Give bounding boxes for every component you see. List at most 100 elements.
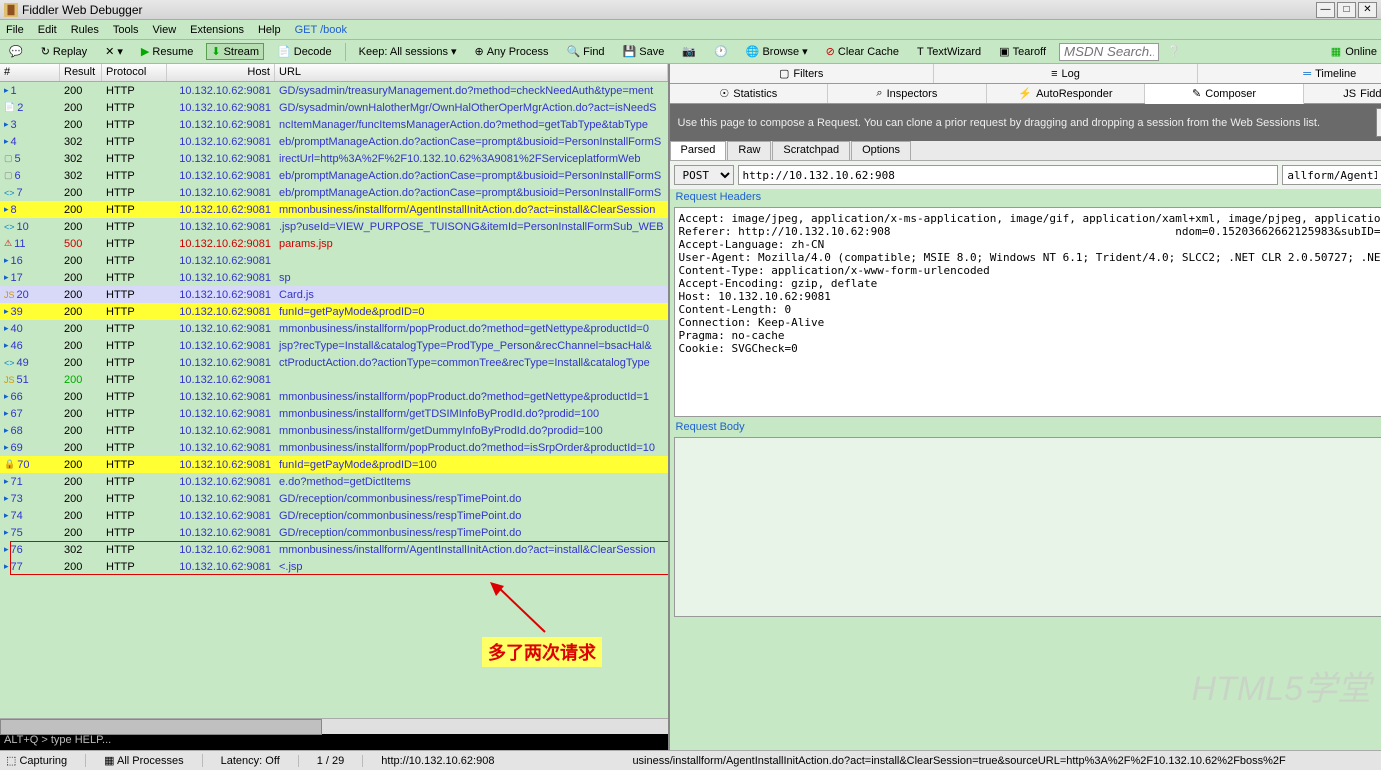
clear-cache-button[interactable]: ⊘Clear Cache: [821, 43, 904, 60]
session-row[interactable]: ▸67200HTTP10.132.10.62:9081mmonbusiness/…: [0, 405, 668, 422]
session-row[interactable]: ▸46200HTTP10.132.10.62:9081jsp?recType=I…: [0, 337, 668, 354]
stream-button[interactable]: ⬇Stream: [206, 43, 264, 60]
menu-rules[interactable]: Rules: [71, 24, 99, 36]
session-row[interactable]: ▸74200HTTP10.132.10.62:9081GD/reception/…: [0, 507, 668, 524]
session-row[interactable]: ▸4302HTTP10.132.10.62:9081eb/promptManag…: [0, 133, 668, 150]
col-header-index[interactable]: #: [0, 64, 60, 81]
grid-header[interactable]: # Result Protocol Host URL: [0, 64, 668, 82]
tab-fiddlerscript[interactable]: JSFiddlerScript: [1304, 84, 1381, 103]
menu-extensions[interactable]: Extensions: [190, 24, 244, 36]
session-row[interactable]: ▸8200HTTP10.132.10.62:9081mmonbusiness/i…: [0, 201, 668, 218]
quickexec-bar[interactable]: ALT+Q > type HELP...: [0, 734, 668, 750]
session-row[interactable]: 🔒70200HTTP10.132.10.62:9081funId=getPayM…: [0, 456, 668, 473]
session-row[interactable]: ▸75200HTTP10.132.10.62:9081GD/reception/…: [0, 524, 668, 541]
quick-get-book[interactable]: GET /book: [295, 24, 347, 36]
tab-log[interactable]: ≡Log: [934, 64, 1198, 83]
session-row[interactable]: <>10200HTTP10.132.10.62:9081.jsp?useId=V…: [0, 218, 668, 235]
session-row[interactable]: ▢6302HTTP10.132.10.62:9081eb/promptManag…: [0, 167, 668, 184]
method-select[interactable]: POST: [674, 165, 734, 185]
tab-inspectors[interactable]: ⌕Inspectors: [828, 84, 987, 103]
remove-button[interactable]: ✕▾: [100, 43, 128, 60]
tab-filters[interactable]: ▢Filters: [670, 64, 934, 83]
horizontal-scrollbar[interactable]: [0, 718, 668, 734]
session-row[interactable]: ▸71200HTTP10.132.10.62:9081e.do?method=g…: [0, 473, 668, 490]
minimize-button[interactable]: —: [1316, 2, 1335, 18]
keep-button[interactable]: Keep: All sessions ▾: [354, 43, 462, 60]
composer-description: Use this page to compose a Request. You …: [670, 104, 1381, 141]
tab-statistics[interactable]: ☉Statistics: [670, 84, 829, 103]
session-row[interactable]: <>7200HTTP10.132.10.62:9081eb/promptMana…: [0, 184, 668, 201]
session-row[interactable]: ▸17200HTTP10.132.10.62:9081sp: [0, 269, 668, 286]
save-icon: 💾: [623, 45, 637, 58]
request-headers-textarea[interactable]: Accept: image/jpeg, application/x-ms-app…: [674, 207, 1381, 417]
titlebar: Fiddler Web Debugger — □ ✕: [0, 0, 1381, 20]
online-icon: ▦: [1331, 45, 1341, 58]
col-header-protocol[interactable]: Protocol: [102, 64, 167, 81]
session-row[interactable]: ▸66200HTTP10.132.10.62:9081mmonbusiness/…: [0, 388, 668, 405]
session-row[interactable]: ▸40200HTTP10.132.10.62:9081mmonbusiness/…: [0, 320, 668, 337]
subtab-scratchpad[interactable]: Scratchpad: [772, 141, 850, 160]
session-row[interactable]: JS20200HTTP10.132.10.62:9081Card.js: [0, 286, 668, 303]
request-line: POST HTTP/1.1: [670, 161, 1381, 189]
screenshot-button[interactable]: 📷: [677, 43, 701, 60]
maximize-button[interactable]: □: [1337, 2, 1356, 18]
subtab-parsed[interactable]: Parsed: [670, 141, 727, 160]
session-row[interactable]: ▸3200HTTP10.132.10.62:9081ncItemManager/…: [0, 116, 668, 133]
col-header-url[interactable]: URL: [275, 64, 668, 81]
session-row[interactable]: ▸73200HTTP10.132.10.62:9081GD/reception/…: [0, 490, 668, 507]
find-button[interactable]: 🔍Find: [561, 43, 609, 60]
status-capturing[interactable]: ⬚ Capturing: [6, 754, 86, 767]
msdn-search-input[interactable]: [1059, 43, 1159, 61]
menubar: File Edit Rules Tools View Extensions He…: [0, 20, 1381, 40]
request-body-label: Request Body: [670, 419, 1381, 435]
resume-button[interactable]: ▶Resume: [136, 43, 198, 60]
online-status[interactable]: ▦Online: [1331, 45, 1377, 58]
col-header-result[interactable]: Result: [60, 64, 102, 81]
log-icon: ≡: [1051, 68, 1057, 80]
session-row[interactable]: ▢5302HTTP10.132.10.62:9081irectUrl=http%…: [0, 150, 668, 167]
menu-view[interactable]: View: [153, 24, 177, 36]
session-row[interactable]: ▸1200HTTP10.132.10.62:9081GD/sysadmin/tr…: [0, 82, 668, 99]
tearoff-button[interactable]: ▣Tearoff: [994, 43, 1051, 60]
session-row[interactable]: ⚠11500HTTP10.132.10.62:9081params.jsp: [0, 235, 668, 252]
tab-composer[interactable]: ✎Composer: [1145, 84, 1304, 104]
help-icon[interactable]: ❔: [1167, 45, 1181, 58]
textwizard-button[interactable]: TTextWizard: [912, 44, 986, 60]
menu-file[interactable]: File: [6, 24, 24, 36]
comment-button[interactable]: 💬: [4, 43, 28, 60]
remove-icon: ✕: [105, 45, 114, 58]
request-body-textarea[interactable]: [674, 437, 1381, 617]
url-fragment-input[interactable]: [1282, 165, 1381, 185]
timer-button[interactable]: 🕐: [709, 43, 733, 60]
status-processes[interactable]: ▦ All Processes: [104, 754, 202, 767]
sessions-grid[interactable]: ▸1200HTTP10.132.10.62:9081GD/sysadmin/tr…: [0, 82, 668, 718]
save-button[interactable]: 💾Save: [618, 43, 670, 60]
browse-button[interactable]: 🌐Browse ▾: [741, 43, 813, 60]
session-row[interactable]: ▸16200HTTP10.132.10.62:9081: [0, 252, 668, 269]
subtab-raw[interactable]: Raw: [727, 141, 771, 160]
clock-icon: 🕐: [714, 45, 728, 58]
session-row[interactable]: 📄2200HTTP10.132.10.62:9081GD/sysadmin/ow…: [0, 99, 668, 116]
tab-autoresponder[interactable]: ⚡AutoResponder: [987, 84, 1146, 103]
tab-timeline[interactable]: ═Timeline: [1198, 64, 1381, 83]
menu-tools[interactable]: Tools: [113, 24, 139, 36]
url-input[interactable]: [738, 165, 1279, 185]
execute-button[interactable]: Execute: [1376, 108, 1381, 137]
decode-icon: 📄: [277, 45, 291, 58]
session-row[interactable]: JS51200HTTP10.132.10.62:9081: [0, 371, 668, 388]
decode-button[interactable]: 📄Decode: [272, 43, 337, 60]
menu-help[interactable]: Help: [258, 24, 281, 36]
replay-button[interactable]: ↻Replay: [36, 43, 92, 60]
browser-icon: 🌐: [746, 45, 760, 58]
session-row[interactable]: <>49200HTTP10.132.10.62:9081ctProductAct…: [0, 354, 668, 371]
subtab-options[interactable]: Options: [851, 141, 911, 160]
annotation-text: 多了两次请求: [482, 637, 602, 667]
close-button[interactable]: ✕: [1358, 2, 1377, 18]
menu-edit[interactable]: Edit: [38, 24, 57, 36]
session-row[interactable]: ▸68200HTTP10.132.10.62:9081mmonbusiness/…: [0, 422, 668, 439]
session-row[interactable]: ▸69200HTTP10.132.10.62:9081mmonbusiness/…: [0, 439, 668, 456]
status-latency[interactable]: Latency: Off: [221, 755, 299, 767]
col-header-host[interactable]: Host: [167, 64, 275, 81]
any-process-button[interactable]: ⊕Any Process: [469, 43, 553, 60]
session-row[interactable]: ▸39200HTTP10.132.10.62:9081funId=getPayM…: [0, 303, 668, 320]
